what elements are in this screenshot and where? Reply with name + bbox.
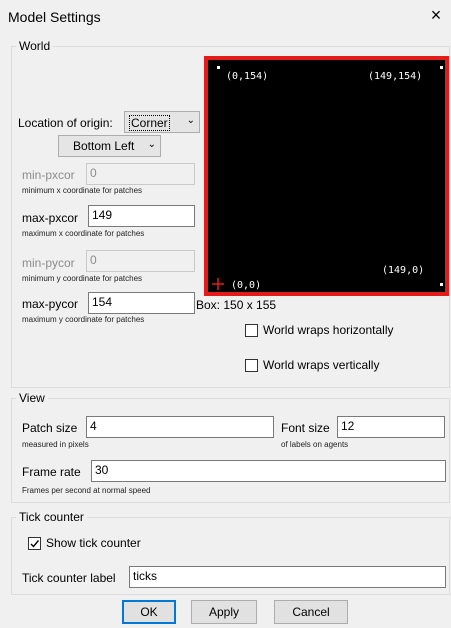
world-preview-canvas: (0,154) (149,154) (149,0) (0,0) <box>208 60 445 292</box>
view-legend: View <box>16 391 48 405</box>
max-pxcor-hint: maximum x coordinate for patches <box>22 229 145 238</box>
wrap-vertical-label[interactable]: World wraps vertically <box>263 358 379 372</box>
chevron-down-icon: ⌄ <box>186 115 195 126</box>
corner-dot <box>440 283 443 286</box>
top-right-coordinate: (149,154) <box>368 71 423 82</box>
min-pxcor-label: min-pxcor <box>22 168 75 182</box>
frame-rate-field[interactable]: 30 <box>91 460 446 482</box>
chevron-down-icon: ⌄ <box>147 139 156 150</box>
wrap-horizontal-checkbox[interactable] <box>245 324 258 337</box>
close-icon[interactable]: × <box>426 4 446 26</box>
min-pxcor-hint: minimum x coordinate for patches <box>22 186 143 195</box>
bottom-right-coordinate: (149,0) <box>382 265 425 276</box>
wrap-vertical-checkbox[interactable] <box>245 359 258 372</box>
tick-counter-label-label: Tick counter label <box>22 571 116 585</box>
font-size-label: Font size <box>281 421 330 435</box>
checkmark-icon <box>30 540 40 548</box>
corner-dot <box>217 66 220 69</box>
tick-counter-label-field[interactable]: ticks <box>129 566 446 588</box>
corner-select-value: Bottom Left <box>73 139 135 153</box>
bottom-left-coordinate: (0,0) <box>231 280 262 291</box>
origin-crosshair-icon <box>212 278 224 290</box>
max-pycor-hint: maximum y coordinate for patches <box>22 315 145 324</box>
corner-dot <box>440 66 443 69</box>
cancel-button[interactable]: Cancel <box>274 600 348 624</box>
location-of-origin-select[interactable]: Corner ⌄ <box>124 111 200 133</box>
world-legend: World <box>16 39 54 53</box>
show-tick-counter-checkbox[interactable] <box>28 537 41 550</box>
min-pycor-field[interactable]: 0 <box>86 250 195 272</box>
patch-size-hint: measured in pixels <box>22 440 89 449</box>
frame-rate-label: Frame rate <box>22 465 81 479</box>
max-pycor-field[interactable]: 154 <box>88 292 195 314</box>
max-pycor-label: max-pycor <box>22 297 79 311</box>
font-size-hint: of labels on agents <box>281 440 349 449</box>
min-pycor-hint: minimum y coordinate for patches <box>22 274 143 283</box>
patch-size-field[interactable]: 4 <box>86 416 274 438</box>
ok-button[interactable]: OK <box>122 600 176 624</box>
corner-select[interactable]: Bottom Left ⌄ <box>58 135 161 157</box>
apply-button[interactable]: Apply <box>191 600 257 624</box>
top-left-coordinate: (0,154) <box>226 71 269 82</box>
wrap-horizontal-label[interactable]: World wraps horizontally <box>263 323 394 337</box>
box-size-label: Box: 150 x 155 <box>196 298 277 312</box>
show-tick-counter-label[interactable]: Show tick counter <box>46 536 141 550</box>
max-pxcor-field[interactable]: 149 <box>88 205 195 227</box>
window-title: Model Settings <box>8 9 101 25</box>
world-preview: (0,154) (149,154) (149,0) (0,0) <box>204 56 449 296</box>
frame-rate-hint: Frames per second at normal speed <box>22 486 151 495</box>
patch-size-label: Patch size <box>22 421 78 435</box>
min-pxcor-field[interactable]: 0 <box>86 163 195 185</box>
tick-counter-legend: Tick counter <box>16 510 87 524</box>
min-pycor-label: min-pycor <box>22 256 75 270</box>
font-size-field[interactable]: 12 <box>337 416 445 438</box>
max-pxcor-label: max-pxcor <box>22 211 79 225</box>
location-of-origin-value: Corner <box>129 115 170 131</box>
location-of-origin-label: Location of origin: <box>18 116 113 130</box>
